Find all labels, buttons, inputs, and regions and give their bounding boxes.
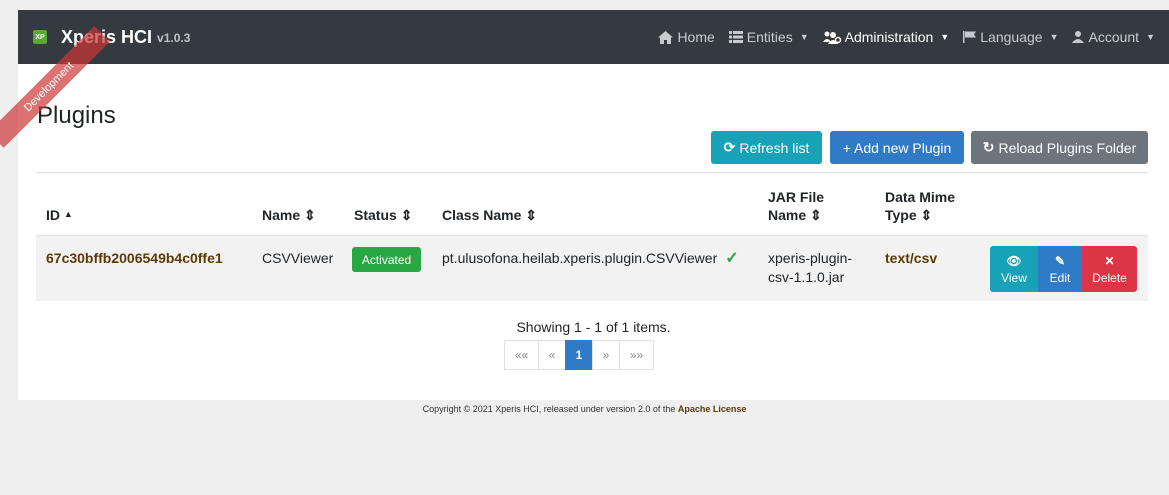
home-icon — [658, 30, 674, 44]
sort-icon: ⇕ — [920, 207, 933, 223]
delete-label: Delete — [1092, 270, 1127, 285]
header-id[interactable]: ID ▲ — [46, 206, 73, 226]
users-cog-icon — [822, 31, 841, 44]
header-mime-line2: Type — [885, 207, 917, 223]
page-title: Plugins — [37, 102, 116, 129]
refresh-list-label: Refresh list — [739, 139, 810, 156]
footer-text: Copyright © 2021 Xperis HCI, released un… — [422, 404, 676, 414]
nav-entities[interactable]: Entities ▼ — [728, 29, 809, 45]
header-status[interactable]: Status ⇕ — [354, 206, 412, 224]
header-jar-line1: JAR File — [768, 189, 825, 205]
sort-icon: ⇕ — [304, 207, 316, 223]
eye-icon: 👁 — [1006, 253, 1022, 268]
mime-type-cell: text/csv — [885, 250, 938, 266]
chevron-down-icon: ▼ — [1146, 32, 1155, 42]
brand-version: v1.0.3 — [157, 31, 191, 45]
add-plugin-label: + Add new Plugin — [842, 139, 952, 156]
jar-file-line1: xperis-plugin- — [768, 250, 853, 266]
header-id-label: ID — [46, 207, 60, 223]
header-name-label: Name — [262, 207, 301, 223]
brand[interactable]: XP Xperis HCI v1.0.3 — [33, 27, 190, 48]
divider — [36, 172, 1148, 173]
table-row — [36, 236, 1148, 301]
chevron-down-icon: ▼ — [1049, 32, 1059, 42]
first-page-button[interactable]: «« — [504, 340, 539, 370]
jar-file-line2: csv-1.1.0.jar — [768, 269, 845, 285]
plugin-id-link[interactable]: 67c30bffb2006549b4c0ffe1 — [46, 249, 223, 268]
last-page-button[interactable]: »» — [619, 340, 654, 370]
license-link[interactable]: Apache License — [678, 404, 747, 414]
header-status-label: Status — [354, 207, 397, 223]
header-name[interactable]: Name ⇕ — [262, 206, 316, 224]
nav-entities-label: Entities — [746, 29, 793, 45]
header-class-name-label: Class Name — [442, 207, 522, 223]
header-class-name[interactable]: Class Name ⇕ — [442, 206, 537, 224]
sort-up-icon: ▲ — [63, 209, 73, 219]
current-page-button[interactable]: 1 — [565, 340, 593, 370]
header-jar-line2: Name — [768, 207, 807, 223]
sync-icon: ⟳ — [723, 139, 736, 155]
header-mime-type[interactable]: Data Mime Type ⇕ — [885, 188, 955, 224]
top-navbar: XP Xperis HCI v1.0.3 Home Entities ▼ Adm… — [18, 10, 1169, 64]
user-icon — [1072, 31, 1085, 43]
sort-icon: ⇕ — [810, 207, 822, 223]
nav-items: Home Entities ▼ Administration ▼ Languag… — [658, 10, 1169, 64]
nav-administration[interactable]: Administration ▼ — [822, 29, 950, 45]
list-icon — [728, 31, 743, 43]
nav-home-label: Home — [677, 29, 715, 45]
nav-account-label: Account — [1088, 29, 1140, 45]
status-badge: Activated — [352, 247, 421, 272]
plugin-name: CSVViewer — [262, 250, 334, 266]
reload-plugins-button[interactable]: ↻ Reload Plugins Folder — [971, 131, 1148, 164]
flag-icon — [963, 31, 977, 43]
header-mime-line1: Data Mime — [885, 189, 956, 205]
nav-home[interactable]: Home — [658, 29, 715, 45]
sort-icon: ⇕ — [525, 207, 538, 223]
view-label: View — [1001, 270, 1027, 285]
plugins-card: Plugins ⟳ Refresh list + Add new Plugin … — [18, 64, 1169, 400]
pencil-icon: ✎ — [1054, 253, 1066, 268]
nav-administration-label: Administration — [844, 29, 934, 45]
nav-account[interactable]: Account ▼ — [1072, 29, 1155, 45]
class-name-cell: pt.ulusofona.heilab.xperis.plugin.CSVVie… — [442, 249, 739, 268]
close-icon: ✕ — [1104, 253, 1115, 268]
chevron-down-icon: ▼ — [940, 32, 950, 42]
jar-file-cell: xperis-plugin- csv-1.1.0.jar — [768, 249, 852, 287]
header-jar-file[interactable]: JAR File Name ⇕ — [768, 188, 824, 224]
check-icon: ✓ — [725, 250, 739, 267]
footer: Copyright © 2021 Xperis HCI, released un… — [0, 404, 1169, 414]
prev-page-button[interactable]: « — [538, 340, 566, 370]
reload-icon: ↻ — [982, 139, 995, 155]
items-count: Showing 1 - 1 of 1 items. — [516, 319, 671, 335]
delete-button[interactable]: ✕ Delete — [1082, 246, 1137, 292]
nav-language-label: Language — [980, 29, 1043, 45]
sort-icon: ⇕ — [400, 207, 413, 223]
refresh-list-button[interactable]: ⟳ Refresh list — [711, 131, 822, 164]
next-page-button[interactable]: » — [592, 340, 620, 370]
view-button[interactable]: 👁 View — [990, 246, 1038, 292]
reload-plugins-label: Reload Plugins Folder — [998, 139, 1137, 156]
edit-button[interactable]: ✎ Edit — [1038, 246, 1082, 292]
class-name-text: pt.ulusofona.heilab.xperis.plugin.CSVVie… — [442, 250, 718, 266]
add-plugin-button[interactable]: + Add new Plugin — [830, 131, 964, 164]
chevron-down-icon: ▼ — [799, 32, 809, 42]
nav-language[interactable]: Language ▼ — [963, 29, 1058, 45]
pagination: «« « 1 » »» — [504, 340, 654, 370]
brand-logo-icon: XP — [33, 30, 47, 44]
edit-label: Edit — [1049, 270, 1071, 285]
